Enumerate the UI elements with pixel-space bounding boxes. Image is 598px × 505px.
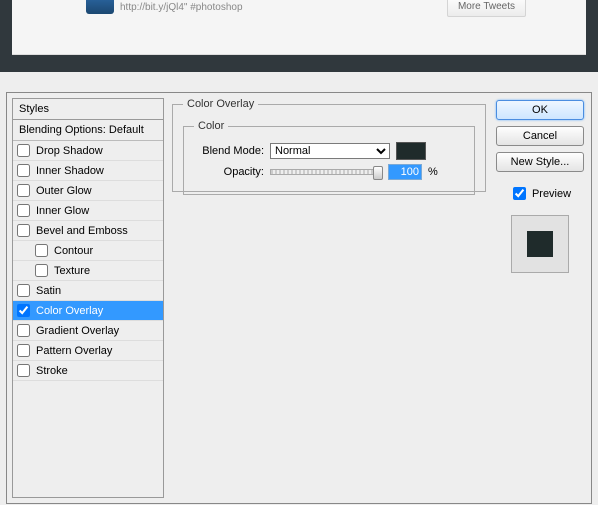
settings-panel: Color Overlay Color Blend Mode: Normal O… [172, 98, 486, 498]
color-group: Color Blend Mode: Normal Opacity: % [183, 120, 475, 195]
blend-mode-label: Blend Mode: [194, 145, 264, 157]
more-tweets-button[interactable]: More Tweets [447, 0, 526, 17]
browser-card: http://bit.y/jQl4" #photoshop More Tweet… [12, 0, 586, 55]
style-label: Pattern Overlay [36, 345, 112, 357]
style-label: Stroke [36, 365, 68, 377]
style-item-gradient-overlay[interactable]: Gradient Overlay [13, 321, 163, 341]
style-label: Inner Glow [36, 205, 89, 217]
style-item-stroke[interactable]: Stroke [13, 361, 163, 381]
style-label: Contour [54, 245, 93, 257]
style-checkbox[interactable] [17, 324, 30, 337]
dialog-buttons: OK Cancel New Style... Preview [494, 98, 586, 498]
ok-button[interactable]: OK [496, 100, 584, 120]
opacity-label: Opacity: [194, 166, 264, 178]
style-checkbox[interactable] [17, 344, 30, 357]
blending-options-header[interactable]: Blending Options: Default [13, 120, 163, 141]
style-item-inner-glow[interactable]: Inner Glow [13, 201, 163, 221]
color-overlay-group: Color Overlay Color Blend Mode: Normal O… [172, 98, 486, 192]
style-checkbox[interactable] [17, 224, 30, 237]
style-item-bevel-and-emboss[interactable]: Bevel and Emboss [13, 221, 163, 241]
preview-checkbox[interactable] [513, 187, 526, 200]
layer-style-dialog: Styles Blending Options: Default Drop Sh… [6, 92, 592, 504]
style-checkbox[interactable] [17, 284, 30, 297]
cancel-button[interactable]: Cancel [496, 126, 584, 146]
style-checkbox[interactable] [17, 144, 30, 157]
opacity-slider[interactable] [270, 169, 382, 175]
avatar-icon [86, 0, 114, 14]
style-label: Satin [36, 285, 61, 297]
style-item-color-overlay[interactable]: Color Overlay [13, 301, 163, 321]
style-label: Drop Shadow [36, 145, 103, 157]
opacity-input[interactable] [388, 164, 422, 180]
page-header-bg: http://bit.y/jQl4" #photoshop More Tweet… [0, 0, 598, 72]
new-style-button[interactable]: New Style... [496, 152, 584, 172]
color-overlay-legend: Color Overlay [183, 98, 258, 110]
preview-label: Preview [532, 188, 571, 200]
style-checkbox[interactable] [35, 244, 48, 257]
blend-mode-select[interactable]: Normal [270, 143, 390, 159]
preview-swatch [527, 231, 553, 257]
style-label: Inner Shadow [36, 165, 104, 177]
url-text: http://bit.y/jQl4" #photoshop [120, 2, 243, 13]
style-checkbox[interactable] [17, 184, 30, 197]
style-label: Outer Glow [36, 185, 92, 197]
style-checkbox[interactable] [35, 264, 48, 277]
style-item-satin[interactable]: Satin [13, 281, 163, 301]
preview-row[interactable]: Preview [509, 184, 571, 203]
styles-header[interactable]: Styles [13, 99, 163, 120]
style-item-inner-shadow[interactable]: Inner Shadow [13, 161, 163, 181]
opacity-unit: % [428, 166, 438, 178]
color-legend: Color [194, 120, 228, 132]
style-item-texture[interactable]: Texture [13, 261, 163, 281]
style-item-outer-glow[interactable]: Outer Glow [13, 181, 163, 201]
style-item-contour[interactable]: Contour [13, 241, 163, 261]
style-item-drop-shadow[interactable]: Drop Shadow [13, 141, 163, 161]
opacity-slider-thumb[interactable] [373, 166, 383, 180]
style-checkbox[interactable] [17, 164, 30, 177]
style-label: Texture [54, 265, 90, 277]
style-checkbox[interactable] [17, 204, 30, 217]
preview-swatch-box [511, 215, 569, 273]
style-label: Color Overlay [36, 305, 103, 317]
style-label: Gradient Overlay [36, 325, 119, 337]
styles-list: Drop Shadow Inner Shadow Outer Glow Inner G… [13, 141, 163, 381]
styles-panel: Styles Blending Options: Default Drop Sh… [12, 98, 164, 498]
style-label: Bevel and Emboss [36, 225, 128, 237]
style-checkbox[interactable] [17, 304, 30, 317]
style-checkbox[interactable] [17, 364, 30, 377]
overlay-color-swatch[interactable] [396, 142, 426, 160]
style-item-pattern-overlay[interactable]: Pattern Overlay [13, 341, 163, 361]
